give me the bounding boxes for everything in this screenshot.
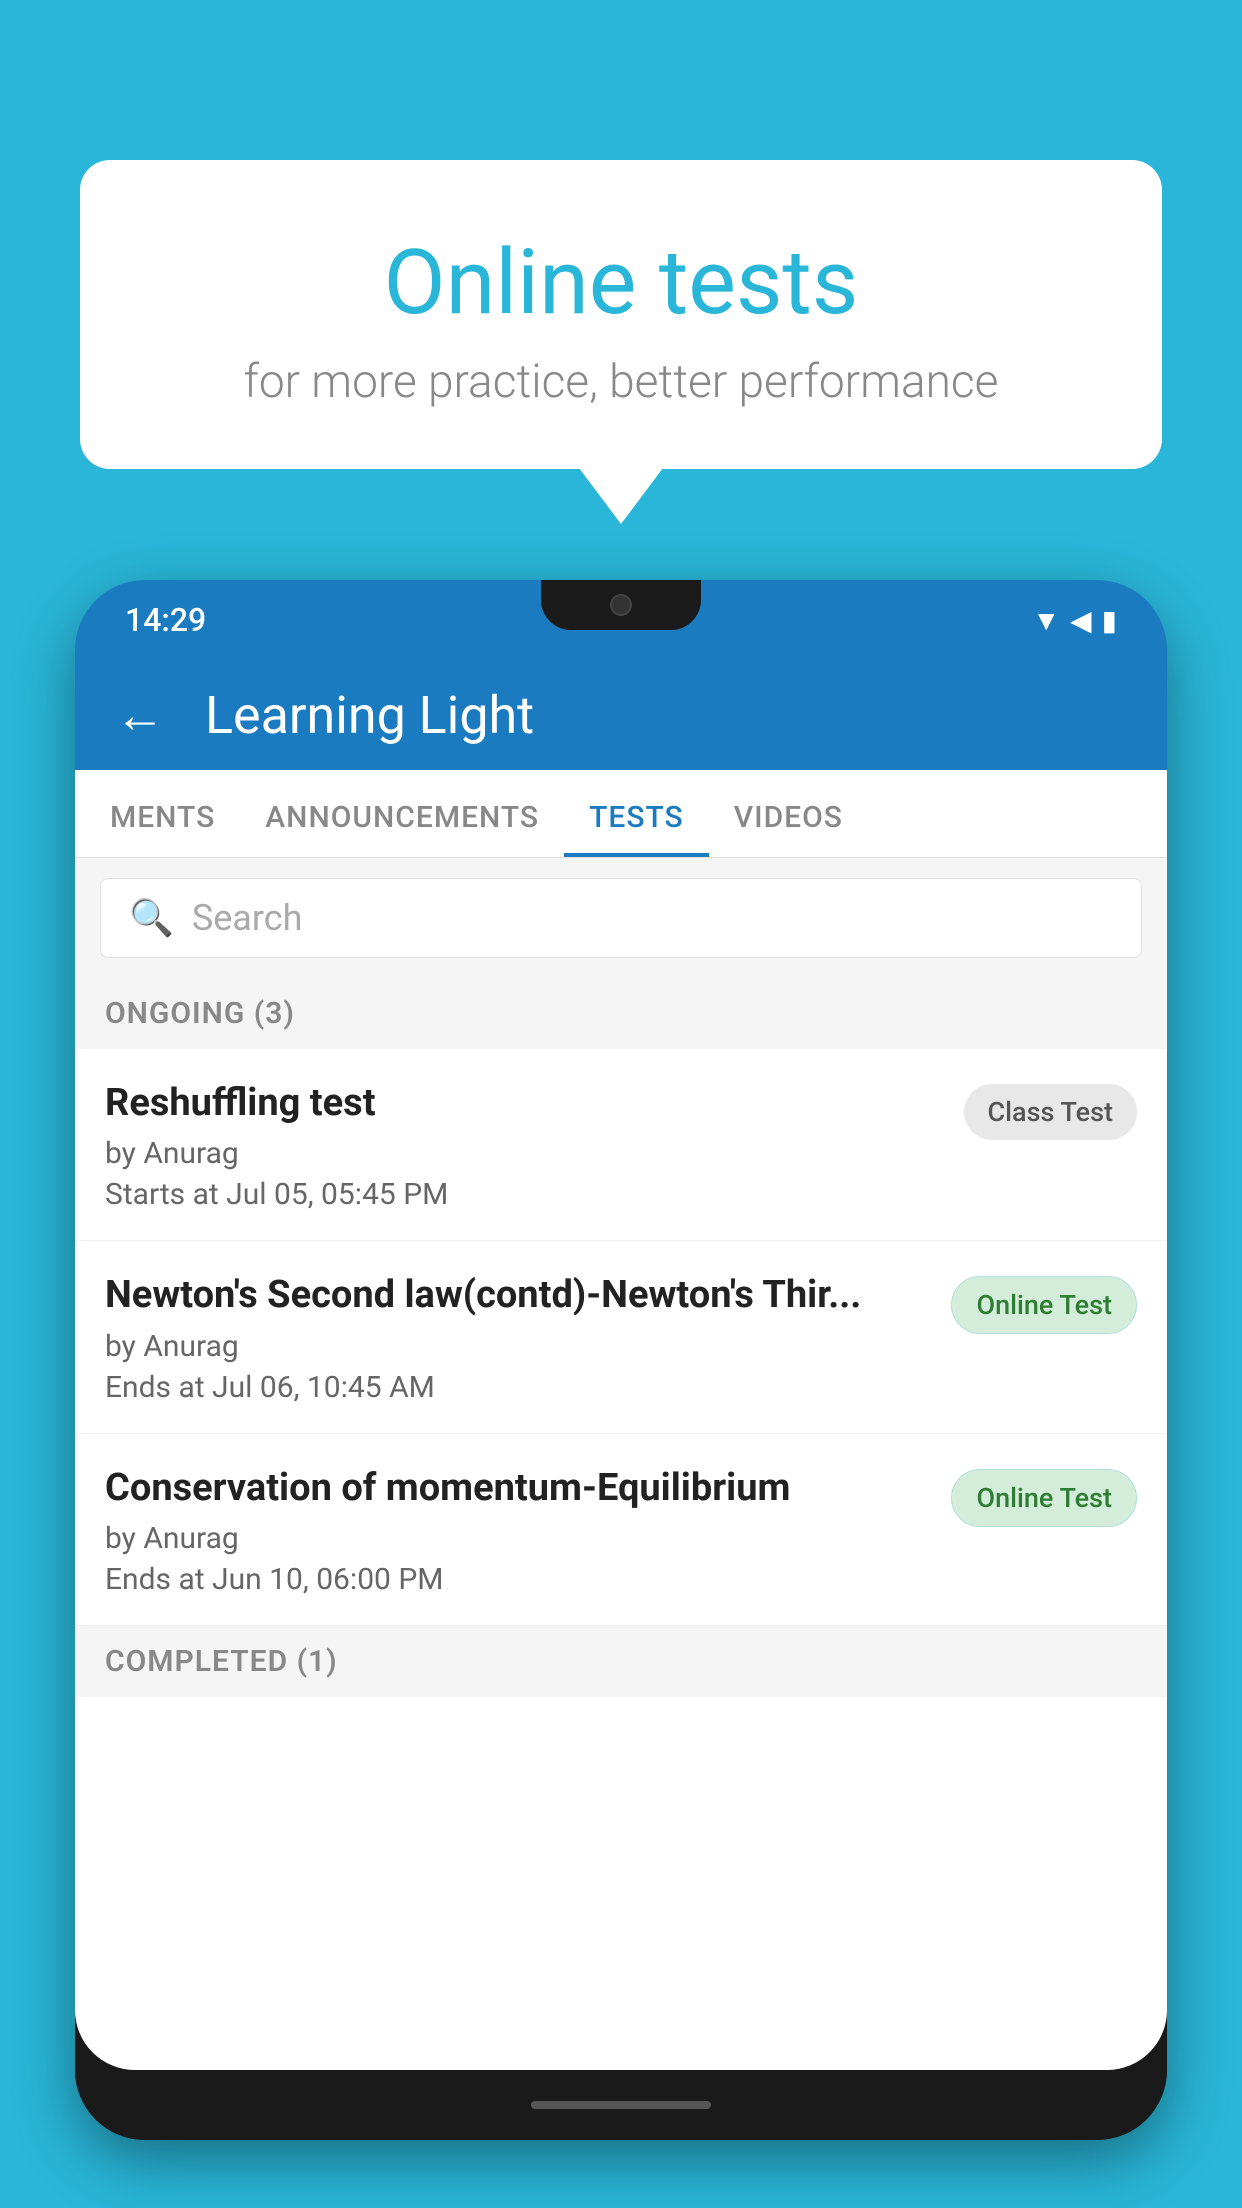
test-author-newtons: by Anurag — [105, 1329, 931, 1364]
phone-bottom-bar — [75, 2070, 1167, 2140]
notch — [541, 580, 701, 630]
test-info-newtons: Newton's Second law(contd)-Newton's Thir… — [105, 1271, 951, 1404]
bubble-title: Online tests — [160, 230, 1082, 335]
badge-conservation: Online Test — [951, 1469, 1137, 1527]
test-info-conservation: Conservation of momentum-Equilibrium by … — [105, 1464, 951, 1597]
battery-icon: ▮ — [1102, 604, 1117, 637]
ongoing-label: ONGOING (3) — [105, 996, 295, 1031]
bubble-subtitle: for more practice, better performance — [160, 355, 1082, 409]
test-author-reshuffling: by Anurag — [105, 1136, 944, 1171]
test-title-newtons: Newton's Second law(contd)-Newton's Thir… — [105, 1271, 931, 1320]
test-item-newtons[interactable]: Newton's Second law(contd)-Newton's Thir… — [75, 1241, 1167, 1433]
back-button[interactable]: ← — [115, 686, 165, 745]
phone-screen: MENTS ANNOUNCEMENTS TESTS VIDEOS 🔍 Searc… — [75, 770, 1167, 2070]
speech-bubble: Online tests for more practice, better p… — [80, 160, 1162, 469]
test-date-reshuffling: Starts at Jul 05, 05:45 PM — [105, 1177, 944, 1212]
search-container: 🔍 Search — [75, 858, 1167, 978]
camera-icon — [610, 594, 632, 616]
search-icon: 🔍 — [129, 897, 174, 939]
test-info-reshuffling: Reshuffling test by Anurag Starts at Jul… — [105, 1079, 964, 1212]
test-title-conservation: Conservation of momentum-Equilibrium — [105, 1464, 931, 1513]
wifi-icon: ▼ — [1032, 604, 1060, 637]
status-bar: 14:29 ▼ ◀ ▮ — [75, 580, 1167, 660]
test-date-newtons: Ends at Jul 06, 10:45 AM — [105, 1370, 931, 1405]
test-author-conservation: by Anurag — [105, 1521, 931, 1556]
tab-announcements[interactable]: ANNOUNCEMENTS — [240, 770, 564, 857]
app-bar-title: Learning Light — [205, 685, 534, 746]
test-date-conservation: Ends at Jun 10, 06:00 PM — [105, 1562, 931, 1597]
test-item-conservation[interactable]: Conservation of momentum-Equilibrium by … — [75, 1434, 1167, 1626]
badge-newtons: Online Test — [951, 1276, 1137, 1334]
test-title-reshuffling: Reshuffling test — [105, 1079, 944, 1128]
signal-icon: ◀ — [1070, 604, 1092, 637]
test-item-reshuffling[interactable]: Reshuffling test by Anurag Starts at Jul… — [75, 1049, 1167, 1241]
completed-label: COMPLETED (1) — [105, 1644, 338, 1679]
completed-section-header: COMPLETED (1) — [75, 1626, 1167, 1697]
status-time: 14:29 — [125, 601, 206, 639]
tabs-bar: MENTS ANNOUNCEMENTS TESTS VIDEOS — [75, 770, 1167, 858]
app-bar: ← Learning Light — [75, 660, 1167, 770]
tab-ments[interactable]: MENTS — [85, 770, 240, 857]
phone-frame: 14:29 ▼ ◀ ▮ ← Learning Light MENTS — [75, 580, 1167, 2140]
home-indicator — [531, 2101, 711, 2109]
ongoing-section-header: ONGOING (3) — [75, 978, 1167, 1049]
tab-videos[interactable]: VIDEOS — [709, 770, 868, 857]
promo-section: Online tests for more practice, better p… — [80, 160, 1162, 469]
status-icons: ▼ ◀ ▮ — [1032, 604, 1117, 637]
search-input[interactable]: Search — [192, 897, 303, 939]
phone-mockup: 14:29 ▼ ◀ ▮ ← Learning Light MENTS — [75, 580, 1167, 2208]
tab-tests[interactable]: TESTS — [564, 770, 709, 857]
badge-reshuffling: Class Test — [964, 1084, 1138, 1140]
search-bar[interactable]: 🔍 Search — [100, 878, 1142, 958]
